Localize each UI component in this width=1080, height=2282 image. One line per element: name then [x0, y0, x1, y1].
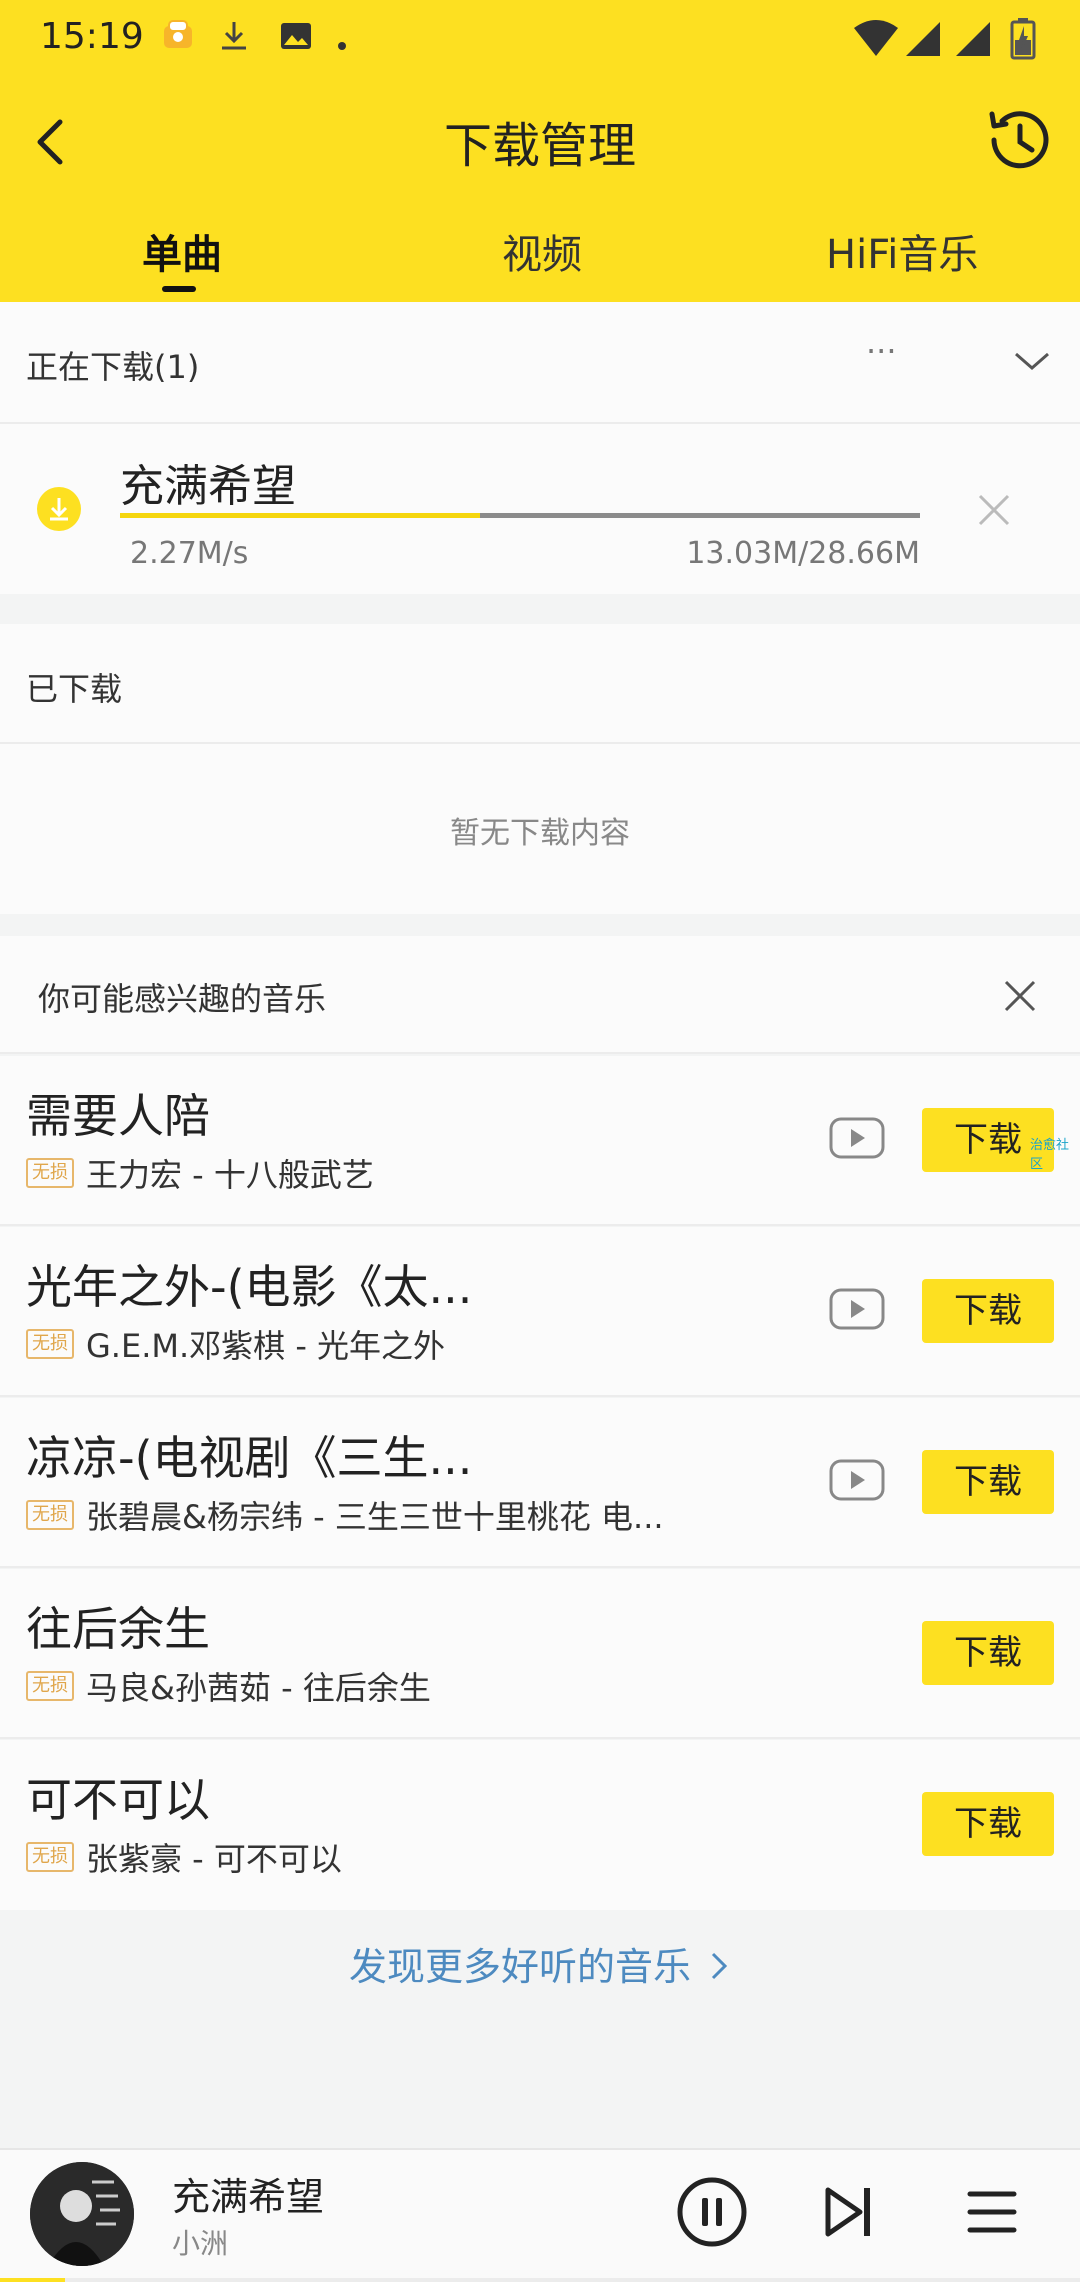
next-track-icon[interactable]: [808, 2172, 888, 2252]
lossless-badge: 无损: [26, 1842, 74, 1872]
divider: [0, 1566, 1080, 1568]
downloaded-section: 已下载: [0, 624, 1080, 914]
mv-play-icon[interactable]: [828, 1287, 886, 1331]
promo-tag: 治愈社区: [1030, 1138, 1070, 1172]
tab-video[interactable]: 视频: [502, 222, 582, 280]
download-progress-bar: [120, 513, 920, 518]
signal-icon-2: [956, 22, 990, 56]
song-title: 凉凉-(电视剧《三生...: [26, 1431, 473, 1485]
history-icon[interactable]: [980, 100, 1060, 180]
mv-play-icon[interactable]: [828, 1116, 886, 1160]
more-notifications-icon: [338, 42, 346, 50]
downloading-item-title: 充满希望: [120, 461, 296, 512]
downloaded-title: 已下载: [26, 670, 123, 708]
battery-icon: [1010, 18, 1036, 60]
downloading-icon: [37, 487, 81, 531]
nav-bar: 下载管理: [0, 80, 1080, 200]
song-artist-album: 张碧晨&杨宗纬 - 三生三世十里桃花 电...: [86, 1498, 664, 1536]
album-cover[interactable]: [30, 2162, 134, 2266]
page-title: 下载管理: [443, 118, 636, 174]
discover-more-label[interactable]: 发现更多好听的音乐: [349, 1945, 691, 1989]
divider: [0, 422, 1080, 424]
lossless-badge: 无损: [26, 1329, 74, 1359]
more-options-button[interactable]: ···: [866, 332, 897, 370]
signal-icon-1: [906, 22, 940, 56]
download-progress-fill: [120, 513, 480, 518]
cancel-download-icon[interactable]: [974, 490, 1014, 530]
chevron-down-icon[interactable]: [1010, 346, 1054, 376]
divider: [0, 742, 1080, 744]
recommend-title: 你可能感兴趣的音乐: [38, 980, 327, 1018]
tab-active-indicator: [162, 286, 196, 292]
divider: [0, 1395, 1080, 1397]
song-row[interactable]: 可不可以无损 张紫豪 - 可不可以 下载: [0, 1740, 1080, 1910]
song-artist-album: 马良&孙茜茹 - 往后余生: [86, 1669, 431, 1707]
song-row[interactable]: 光年之外-(电影《太... 无损 G.E.M.邓紫棋 - 光年之外 下载: [0, 1227, 1080, 1397]
player-artist: 小洲: [172, 2227, 229, 2260]
download-button[interactable]: 下载: [922, 1792, 1054, 1856]
song-row[interactable]: 需要人陪 无损 王力宏 - 十八般武艺 下载 治愈社区: [0, 1056, 1080, 1226]
recommend-header: 你可能感兴趣的音乐: [0, 936, 1080, 1054]
playlist-icon[interactable]: [952, 2172, 1032, 2252]
mini-player[interactable]: 充满希望 小洲: [0, 2148, 1080, 2282]
status-time: 15:19: [40, 16, 144, 57]
player-progress-fill: [0, 2278, 65, 2282]
song-row[interactable]: 凉凉-(电视剧《三生... 无损 张碧晨&杨宗纬 - 三生三世十里桃花 电... 下载: [0, 1398, 1080, 1568]
header: 15:19 下载管理 单曲 视频 HiFi音乐: [0, 0, 1080, 302]
lossless-badge: 无损: [26, 1671, 74, 1701]
song-title: 需要人陪: [26, 1089, 210, 1143]
download-button[interactable]: 下载: [922, 1621, 1054, 1685]
divider: [0, 1737, 1080, 1739]
discover-more-link[interactable]: 发现更多好听的音乐: [0, 1936, 1080, 1991]
download-button[interactable]: 下载: [922, 1279, 1054, 1343]
download-button[interactable]: 下载: [922, 1450, 1054, 1514]
wifi-icon: [854, 20, 898, 56]
download-speed: 2.27M/s: [130, 536, 249, 571]
song-artist-album: 张紫豪 - 可不可以: [86, 1840, 342, 1878]
player-song-title: 充满希望: [172, 2175, 325, 2219]
image-status-icon: [281, 23, 311, 49]
song-title: 光年之外-(电影《太...: [26, 1260, 473, 1314]
song-artist-album: 王力宏 - 十八般武艺: [86, 1156, 374, 1194]
tab-single[interactable]: 单曲: [142, 222, 222, 280]
download-size: 13.03M/28.66M: [686, 536, 920, 571]
empty-state-text: 暂无下载内容: [450, 816, 630, 851]
lossless-badge: 无损: [26, 1500, 74, 1530]
tab-hifi[interactable]: HiFi音乐: [826, 222, 978, 280]
chevron-right-icon: [711, 1952, 728, 1980]
song-artist-album: G.E.M.邓紫棋 - 光年之外: [86, 1327, 446, 1365]
mv-play-icon[interactable]: [828, 1458, 886, 1502]
close-icon[interactable]: [1000, 976, 1040, 1016]
divider: [0, 1224, 1080, 1226]
song-title: 往后余生: [26, 1602, 210, 1656]
player-progress: [0, 2278, 1080, 2282]
downloading-title: 正在下载(1): [26, 348, 200, 386]
status-bar: 15:19: [0, 0, 1080, 80]
lossless-badge: 无损: [26, 1158, 74, 1188]
song-title: 可不可以: [26, 1773, 210, 1827]
song-row[interactable]: 往后余生无损 马良&孙茜茹 - 往后余生 下载: [0, 1569, 1080, 1739]
download-status-icon: [222, 22, 246, 50]
pause-icon[interactable]: [672, 2172, 752, 2252]
divider: [0, 1052, 1080, 1054]
tab-bar: 单曲 视频 HiFi音乐: [0, 200, 1080, 302]
app-notification-icon: [164, 20, 192, 48]
